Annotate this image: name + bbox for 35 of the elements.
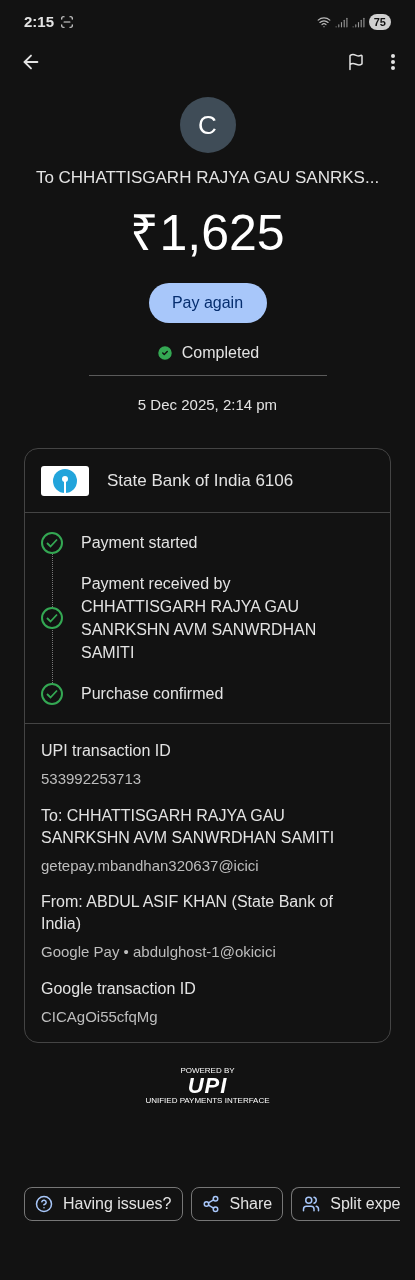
step-label: Purchase confirmed: [81, 684, 225, 704]
payee-name: To CHHATTISGARH RAJYA GAU SANRKS...: [35, 167, 380, 189]
detail-title: UPI transaction ID: [41, 741, 172, 761]
clock: 2:15: [24, 11, 55, 32]
detail-title: To: CHHATTISGARH RAJYA GAU SANRKSHN AVM SANWRDHAN SAMITI: [41, 805, 336, 848]
detail-title: Google transaction ID: [41, 978, 197, 999]
amount: ₹1,625: [130, 203, 285, 263]
status-label: Completed: [181, 342, 260, 363]
action-button[interactable]: Share: [190, 1187, 284, 1221]
upi-logo: POWERED BY UPI UNIFIED PAYMENTS INTERFACE: [145, 1067, 270, 1105]
help-icon: [35, 1195, 53, 1213]
step-label: Payment started: [81, 533, 199, 553]
action-button[interactable]: Having issues?: [24, 1187, 183, 1221]
bank-logo-icon: [41, 465, 89, 496]
scan-icon: [60, 15, 75, 29]
flag-icon: [347, 53, 365, 71]
avatar: C: [179, 97, 236, 153]
date-time: 5 Dec 2025, 2:14 pm: [137, 394, 278, 415]
detail-title: From: ABDUL ASIF KHAN (State Bank of India): [41, 892, 334, 934]
people-icon: [302, 1195, 321, 1213]
step-label: Payment received by CHHATTISGARH RAJYA GAU SANRKSHN AVM SANWRDHAN SAMITI: [81, 574, 318, 663]
more-icon: [391, 54, 395, 70]
signal-icon: [334, 15, 348, 29]
wifi-icon: [316, 15, 331, 29]
signal-icon: [351, 15, 365, 29]
detail-value: Google Pay • abdulghost-1@okicici: [41, 942, 277, 962]
detail-value: getepay.mbandhan320637@icici: [41, 855, 260, 876]
pay-again-button[interactable]: Pay again: [148, 282, 267, 323]
detail-value: CICAgOi55cfqMg: [41, 1006, 159, 1027]
battery-level: 75: [368, 14, 391, 30]
detail-value: 533992253713: [41, 769, 143, 789]
bank-account: State Bank of India 6106: [107, 469, 294, 492]
action-button[interactable]: Split expe: [291, 1187, 401, 1221]
check-icon: [155, 343, 174, 362]
share-icon: [201, 1195, 220, 1213]
